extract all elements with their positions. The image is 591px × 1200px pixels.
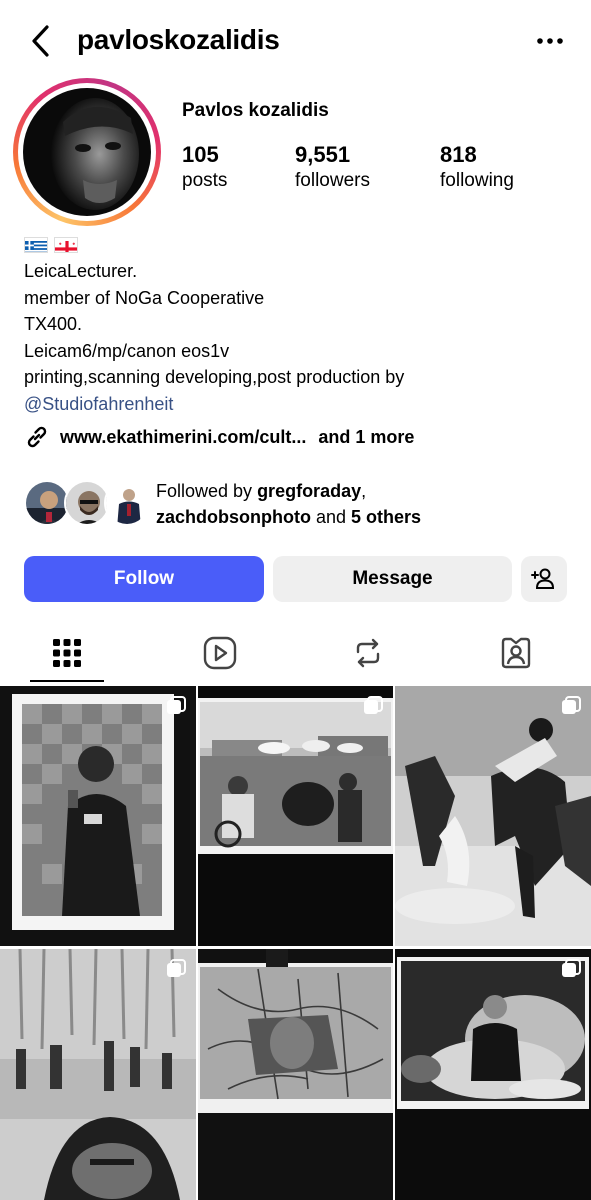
mutual-followers-avatars[interactable] — [24, 480, 150, 528]
multiple-images-icon — [167, 959, 186, 977]
post-thumbnail[interactable] — [0, 686, 196, 946]
top-bar: pavloskozalidis — [0, 0, 591, 82]
profile-display-name: Pavlos kozalidis — [182, 100, 329, 121]
profile-bio: LeicaLecturer. member of NoGa Cooperativ… — [24, 234, 574, 417]
posts-label: posts — [182, 170, 228, 191]
avatar — [23, 88, 151, 216]
post-thumbnail[interactable] — [198, 686, 393, 946]
posts-grid — [0, 686, 591, 1200]
followers-label: followers — [295, 170, 370, 191]
following-count: 818 — [440, 142, 477, 167]
reels-icon — [203, 636, 237, 670]
following-label: following — [440, 170, 514, 191]
followed-by-text[interactable]: Followed by gregforaday, zachdobsonphoto… — [156, 478, 576, 530]
georgia-flag-icon — [54, 237, 78, 253]
tab-posts-grid[interactable] — [30, 622, 104, 684]
followers-stat[interactable]: 9,551 followers — [295, 142, 370, 194]
greece-flag-icon — [24, 237, 48, 253]
posts-count: 105 — [182, 142, 219, 167]
bio-line: member of NoGa Cooperative — [24, 287, 265, 308]
following-stat[interactable]: 818 following — [440, 142, 514, 194]
posts-stat[interactable]: 105 posts — [182, 142, 227, 194]
tab-reposts[interactable] — [331, 622, 405, 684]
tagged-user-icon — [501, 637, 531, 669]
profile-link-url[interactable]: www.ekathimerini.com/cult... — [60, 427, 306, 448]
multiple-images-icon — [167, 696, 186, 714]
mutual-followers-count[interactable]: 5 others — [351, 507, 421, 527]
chevron-left-icon — [32, 25, 49, 57]
grid-icon — [53, 639, 81, 667]
profile-avatar-story-ring[interactable] — [13, 78, 161, 226]
followed-by-conjunction: and — [310, 507, 352, 527]
followers-count: 9,551 — [295, 142, 351, 167]
profile-content-tabs — [0, 622, 591, 684]
mutual-follower-name[interactable]: zachdobsonphoto — [156, 507, 311, 527]
followed-by-separator: , — [361, 481, 367, 501]
follow-button[interactable]: Follow — [24, 556, 264, 602]
multiple-images-icon — [364, 696, 383, 714]
post-thumbnail[interactable] — [198, 949, 393, 1200]
back-button[interactable] — [26, 24, 56, 58]
bio-line: TX400. — [24, 314, 83, 334]
post-thumbnail[interactable] — [0, 949, 196, 1200]
followed-by-prefix: Followed by — [156, 481, 258, 501]
post-thumbnail[interactable] — [395, 686, 591, 946]
message-button[interactable]: Message — [273, 556, 512, 602]
post-thumbnail[interactable] — [395, 949, 591, 1200]
suggested-users-button[interactable] — [521, 556, 567, 602]
bio-mention-link[interactable]: @Studiofahrenheit — [24, 391, 574, 418]
bio-line: Leicam6/mp/canon eos1v — [24, 340, 230, 361]
multiple-images-icon — [562, 959, 581, 977]
link-icon — [27, 426, 47, 448]
bio-line: printing,scanning developing,post produc… — [24, 367, 405, 387]
tagged-reposts-icon — [356, 638, 380, 668]
multiple-images-icon — [562, 696, 581, 714]
ellipsis-icon — [537, 38, 563, 44]
more-links-button[interactable]: and 1 more — [318, 427, 414, 448]
avatar — [104, 480, 150, 526]
active-tab-indicator — [30, 680, 104, 682]
profile-username: pavloskozalidis — [77, 24, 280, 55]
more-options-button[interactable] — [535, 26, 565, 56]
tab-tagged[interactable] — [479, 622, 553, 684]
add-user-icon — [531, 568, 555, 589]
bio-line: LeicaLecturer. — [24, 261, 138, 281]
tab-reels[interactable] — [183, 622, 257, 684]
mutual-follower-name[interactable]: gregforaday — [257, 481, 361, 501]
profile-links[interactable]: www.ekathimerini.com/cult... and 1 more — [24, 424, 414, 450]
